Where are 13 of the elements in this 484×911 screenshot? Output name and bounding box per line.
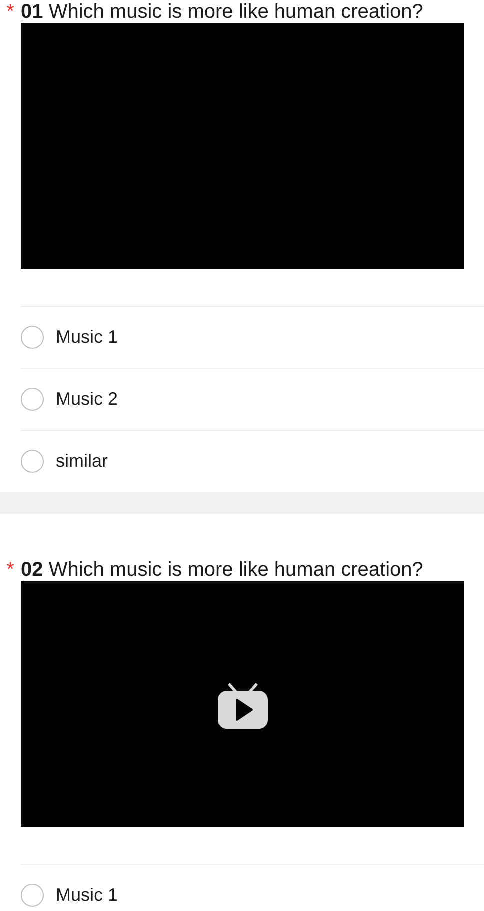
- option-label[interactable]: similar: [56, 448, 108, 475]
- radio-button[interactable]: [21, 388, 44, 411]
- option-label[interactable]: Music 2: [56, 386, 118, 413]
- question-title: 01 Which music is more like human creation?: [21, 0, 424, 24]
- option-label[interactable]: Music 1: [56, 882, 118, 909]
- required-asterisk: *: [6, 0, 16, 24]
- question-title: 02 Which music is more like human creation?: [21, 558, 424, 582]
- video-player[interactable]: [21, 23, 464, 269]
- required-asterisk: *: [6, 558, 16, 582]
- option-label[interactable]: Music 1: [56, 324, 118, 351]
- radio-button[interactable]: [21, 326, 44, 349]
- radio-button[interactable]: [21, 884, 44, 907]
- radio-button[interactable]: [21, 450, 44, 473]
